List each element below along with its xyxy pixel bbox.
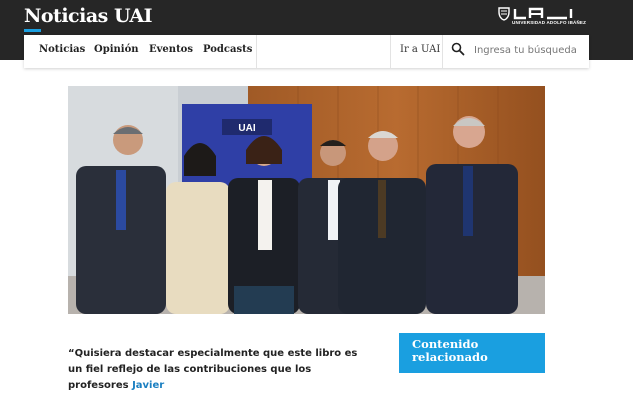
hero-photo: UAI: [68, 86, 545, 314]
banner-logo: UAI: [238, 123, 255, 134]
related-content-title: Contenido relacionado: [412, 337, 488, 364]
search-input[interactable]: [472, 39, 586, 61]
nav-divider: [442, 35, 443, 68]
nav-item-podcasts[interactable]: Podcasts: [203, 35, 252, 68]
related-content-box: Contenido relacionado: [399, 333, 545, 373]
ir-a-uai-link[interactable]: Ir a UAI: [400, 35, 440, 68]
main-navigation: Noticias Opinión Eventos Podcasts Ir a U…: [24, 35, 589, 68]
site-title-link[interactable]: Noticias UAI: [24, 5, 153, 27]
logo-university-name: UNIVERSIDAD ADOLFO IBÁÑEZ: [512, 20, 587, 25]
article-quote: “Quisiera destacar especialmente que est…: [68, 346, 358, 394]
title-underline: [24, 29, 41, 32]
quote-text: “Quisiera destacar especialmente que est…: [68, 348, 358, 391]
search-icon[interactable]: [451, 42, 465, 56]
author-link[interactable]: Javier: [132, 380, 164, 391]
uai-logo[interactable]: [497, 6, 589, 30]
nav-item-eventos[interactable]: Eventos: [149, 35, 193, 68]
nav-item-noticias[interactable]: Noticias: [39, 35, 85, 68]
nav-item-opinion[interactable]: Opinión: [94, 35, 139, 68]
nav-divider: [390, 35, 391, 68]
nav-divider: [256, 35, 257, 68]
